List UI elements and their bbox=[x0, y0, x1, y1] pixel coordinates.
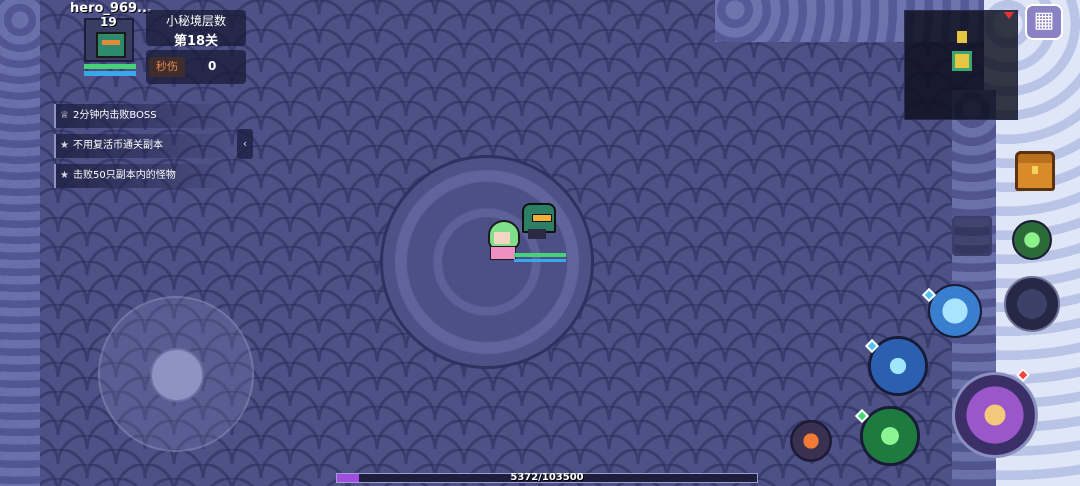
left-wall bbox=[0, 0, 40, 486]
player-character bbox=[520, 203, 556, 239]
potion-button[interactable] bbox=[790, 420, 832, 462]
menu-button[interactable]: ▦ bbox=[1025, 4, 1063, 40]
shield-skill-button[interactable] bbox=[928, 284, 982, 338]
empty-skill-slot[interactable] bbox=[952, 216, 992, 256]
green-skill-button[interactable] bbox=[1012, 220, 1052, 260]
dps-label: 秒伤 bbox=[149, 57, 185, 77]
quest-item[interactable]: ★ 不用复活币通关副本 bbox=[54, 134, 234, 158]
chest-lid bbox=[1015, 151, 1055, 163]
attack-button[interactable] bbox=[952, 372, 1038, 458]
minimap[interactable] bbox=[904, 10, 1018, 120]
quest-item[interactable]: ♕ 2分钟内击败BOSS bbox=[54, 104, 234, 128]
minimap-room bbox=[957, 31, 967, 43]
joystick-knob[interactable] bbox=[150, 348, 204, 402]
player-level: 19 bbox=[100, 15, 117, 29]
quest-collapse-button[interactable]: ‹ bbox=[237, 129, 253, 159]
player-mp-fill bbox=[84, 71, 136, 76]
dps-panel: 秒伤 0 bbox=[146, 50, 246, 84]
player-hp-fill bbox=[84, 64, 136, 69]
experience-text: 5372/103500 bbox=[510, 472, 584, 483]
character-mp-bar bbox=[514, 259, 566, 262]
floor-label: 小秘境层数 bbox=[165, 14, 226, 28]
floor-value: 第18关 bbox=[173, 34, 219, 49]
dps-value: 0 bbox=[208, 59, 217, 73]
minimap-current-room bbox=[952, 51, 972, 71]
player-mp-bar bbox=[84, 71, 136, 76]
dark-skill-button[interactable] bbox=[1004, 276, 1060, 332]
notification-dot-icon bbox=[1004, 12, 1014, 19]
player-hp-bar bbox=[84, 64, 136, 69]
quest-text: 2分钟内击败BOSS bbox=[72, 110, 157, 121]
character-hp-bar bbox=[514, 253, 566, 257]
quest-text: 不用复活币通关副本 bbox=[72, 140, 163, 151]
quest-item[interactable]: ★ 击败50只副本内的怪物 bbox=[54, 164, 234, 188]
quest-list: ♕ 2分钟内击败BOSS ★ 不用复活币通关副本 ★ 击败50只副本内的怪物 bbox=[54, 104, 234, 194]
crown-icon: ♕ bbox=[60, 110, 69, 121]
star-icon: ★ bbox=[60, 170, 69, 181]
player-name: hero_969... bbox=[70, 1, 152, 16]
teleport-portal bbox=[380, 155, 594, 369]
star-icon: ★ bbox=[60, 140, 69, 151]
quest-text: 击败50只副本内的怪物 bbox=[72, 170, 176, 181]
floor-panel: 小秘境层数 第18关 bbox=[146, 10, 246, 49]
